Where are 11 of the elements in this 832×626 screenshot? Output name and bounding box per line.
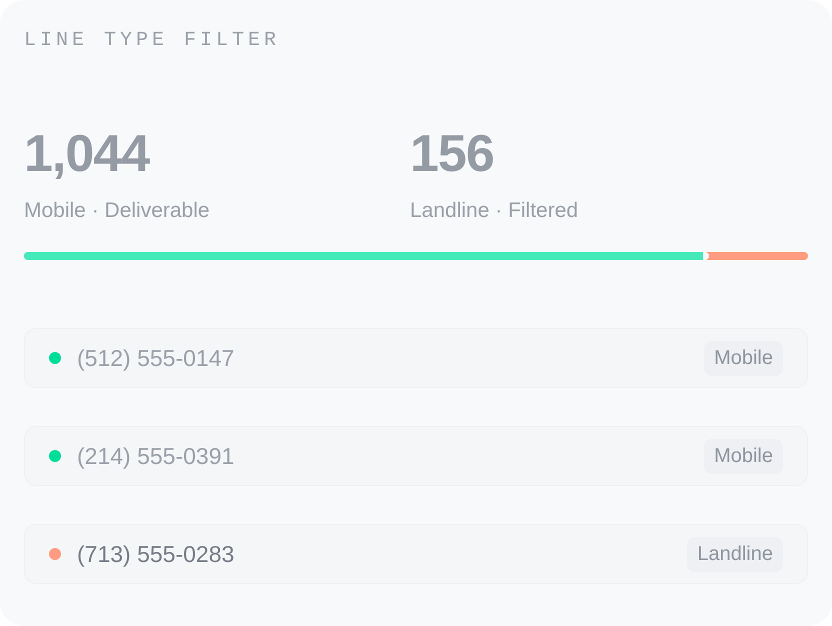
line-type-badge: Mobile bbox=[704, 438, 783, 474]
stat-value: 156 bbox=[410, 124, 494, 184]
phone-number: (214) 555-0391 bbox=[77, 442, 234, 470]
card-title: LINE TYPE FILTER bbox=[24, 28, 280, 54]
phone-number: (713) 555-0283 bbox=[77, 540, 234, 568]
stat-value: 1,044 bbox=[24, 124, 150, 184]
stat-label: Landline · Filtered bbox=[410, 198, 578, 224]
stat-label: Mobile · Deliverable bbox=[24, 198, 210, 224]
line-type-badge: Landline bbox=[687, 536, 783, 572]
phone-number: (512) 555-0147 bbox=[77, 344, 234, 372]
line-type-badge: Mobile bbox=[704, 340, 783, 376]
